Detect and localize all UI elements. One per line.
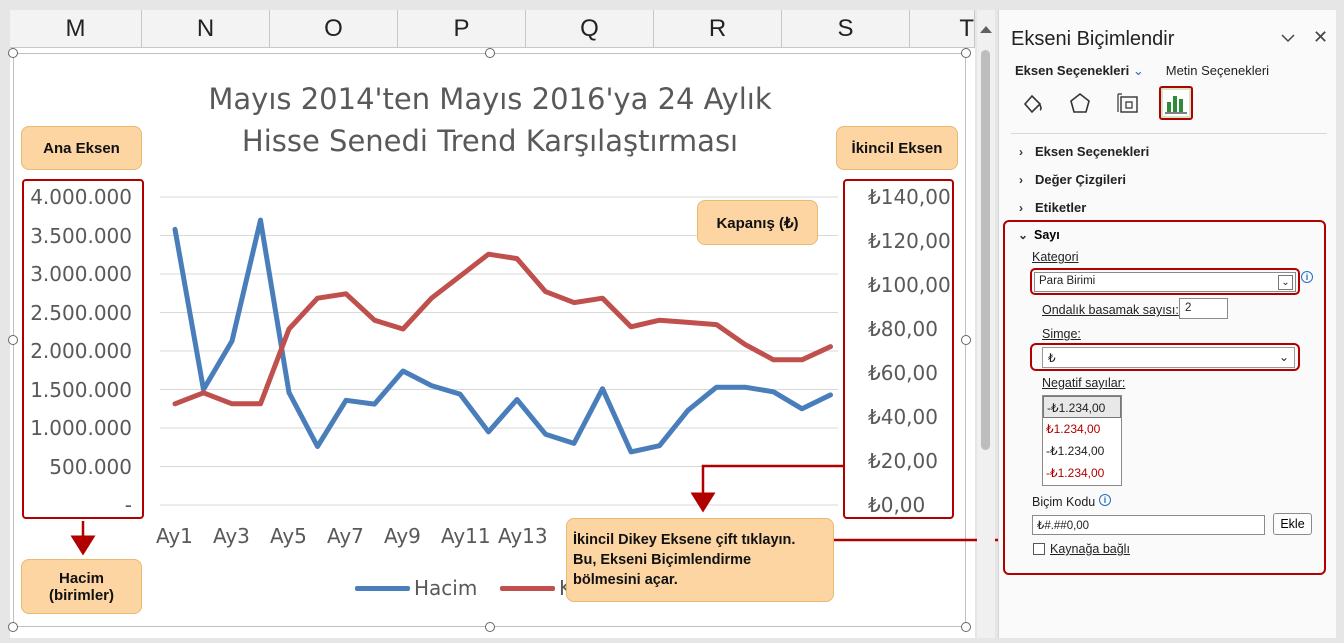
scrollbar-thumb[interactable] bbox=[981, 50, 990, 450]
list-item[interactable]: -₺1.234,00 bbox=[1043, 396, 1121, 418]
chevron-right-icon: › bbox=[1019, 172, 1023, 187]
panel-title: Ekseni Biçimlendir bbox=[1011, 28, 1175, 50]
format-code-input[interactable]: ₺#.##0,00 bbox=[1032, 515, 1265, 535]
section-number[interactable]: ⌄ Sayı bbox=[1018, 228, 1060, 242]
decimal-label: Ondalık basamak sayısı: bbox=[1042, 303, 1179, 317]
negative-label-text: Negatif sayılar: bbox=[1042, 376, 1126, 390]
tab-text-options[interactable]: Metin Seçenekleri bbox=[1166, 63, 1269, 79]
format-code-label: Biçim Kodu bbox=[1032, 495, 1095, 509]
vertical-scrollbar[interactable] bbox=[977, 10, 995, 638]
list-item[interactable]: -₺1.234,00 bbox=[1043, 462, 1121, 484]
decimal-label-text: Ondalık basamak sayısı: bbox=[1042, 303, 1179, 317]
linked-to-source-checkbox[interactable] bbox=[1033, 543, 1045, 555]
arrow-secondary-axis-to-instruction bbox=[690, 464, 843, 513]
panel-tabs: Eksen Seçenekleri ⌄ Metin Seçenekleri bbox=[1015, 63, 1269, 79]
symbol-value: ₺ bbox=[1048, 351, 1056, 365]
category-dropdown[interactable]: Para Birimi ⌄ bbox=[1034, 272, 1296, 292]
fill-line-icon[interactable] bbox=[1015, 86, 1049, 120]
symbol-label-text: Simge: bbox=[1042, 327, 1081, 341]
tab-axis-options-label: Eksen Seçenekleri bbox=[1015, 63, 1130, 78]
negative-numbers-label: Negatif sayılar: bbox=[1042, 376, 1125, 390]
negative-numbers-list[interactable]: -₺1.234,00 ₺1.234,00 -₺1.234,00 -₺1.234,… bbox=[1042, 395, 1122, 486]
list-item[interactable]: -₺1.234,00 bbox=[1043, 440, 1121, 462]
section-labels[interactable]: › Etiketler bbox=[1019, 200, 1086, 215]
format-code-label-text: Biçim Kodu bbox=[1032, 495, 1096, 509]
chevron-right-icon: › bbox=[1019, 200, 1023, 215]
panel-icon-row bbox=[1015, 86, 1193, 120]
category-value: Para Birimi bbox=[1039, 275, 1096, 287]
panel-divider bbox=[1011, 133, 1327, 134]
category-label-text: Kategori bbox=[1032, 250, 1079, 264]
scroll-up-icon[interactable] bbox=[980, 26, 992, 33]
axis-options-icon[interactable] bbox=[1159, 86, 1193, 120]
section-label: Sayı bbox=[1034, 228, 1060, 242]
section-label: Etiketler bbox=[1035, 200, 1087, 215]
symbol-label: Simge: bbox=[1042, 327, 1081, 341]
add-button[interactable]: Ekle bbox=[1273, 513, 1312, 535]
linked-label-text: Kaynağa bağlı bbox=[1050, 542, 1130, 556]
section-label: Değer Çizgileri bbox=[1035, 172, 1127, 187]
info-icon[interactable]: i bbox=[1301, 271, 1313, 283]
close-icon[interactable]: ✕ bbox=[1313, 27, 1328, 48]
info-icon[interactable]: i bbox=[1099, 494, 1111, 506]
section-label: Eksen Seçenekleri bbox=[1035, 144, 1150, 159]
chevron-down-icon: ⌄ bbox=[1018, 228, 1029, 242]
list-item[interactable]: ₺1.234,00 bbox=[1043, 418, 1121, 440]
dropdown-arrow-icon[interactable]: ⌄ bbox=[1278, 275, 1293, 290]
panel-options-chevron-icon[interactable] bbox=[1281, 30, 1295, 48]
size-properties-icon[interactable] bbox=[1111, 86, 1145, 120]
symbol-dropdown[interactable]: ₺ ⌄ bbox=[1042, 347, 1295, 368]
linked-to-source-label: Kaynağa bağlı bbox=[1050, 542, 1130, 556]
tab-axis-options[interactable]: Eksen Seçenekleri ⌄ bbox=[1015, 63, 1144, 79]
section-axis-options[interactable]: › Eksen Seçenekleri bbox=[1019, 144, 1149, 159]
section-value-lines[interactable]: › Değer Çizgileri bbox=[1019, 172, 1126, 187]
chevron-down-icon: ⌄ bbox=[1132, 63, 1144, 78]
chevron-right-icon: › bbox=[1019, 144, 1023, 159]
chevron-down-icon: ⌄ bbox=[1278, 350, 1289, 364]
decimal-places-input[interactable]: 2 bbox=[1179, 298, 1228, 319]
effects-icon[interactable] bbox=[1063, 86, 1097, 120]
category-label: Kategori bbox=[1032, 250, 1079, 264]
